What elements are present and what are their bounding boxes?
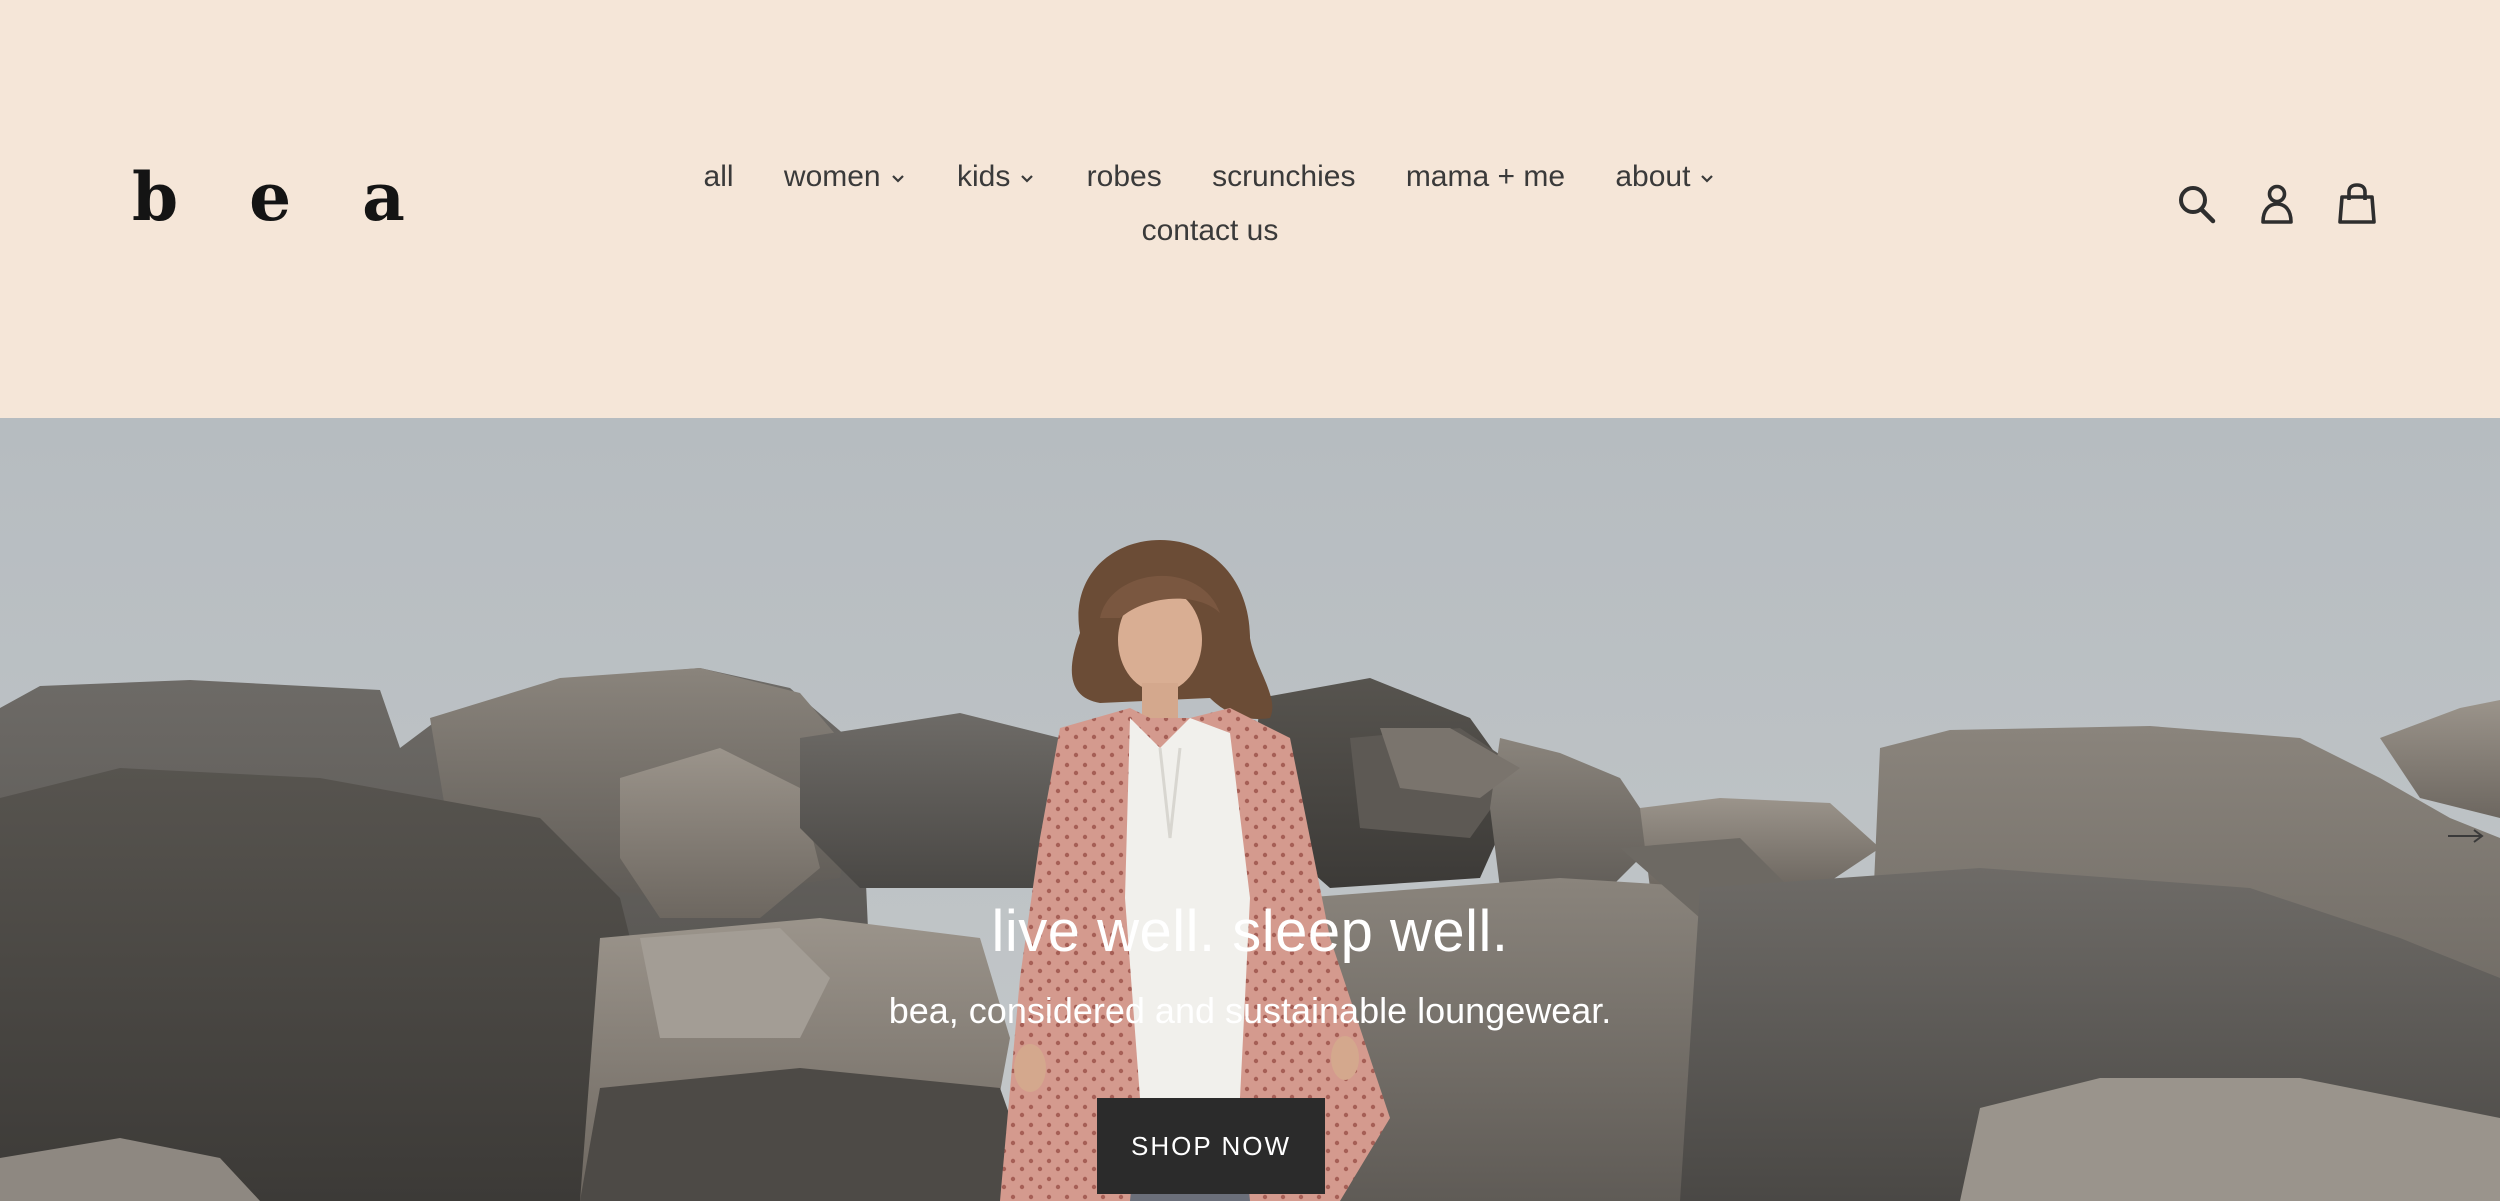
cart-icon[interactable] — [2336, 182, 2378, 226]
chevron-down-icon — [1018, 169, 1036, 187]
chevron-down-icon — [1698, 169, 1716, 187]
nav-item-label: kids — [956, 160, 1011, 193]
header-icons — [2176, 180, 2378, 228]
nav-item-scrunchies[interactable]: scrunchies — [1212, 150, 1355, 204]
search-icon[interactable] — [2176, 182, 2218, 226]
nav-item-label: women — [783, 160, 881, 193]
main-navigation: all women kids robes scrunchies mama + m… — [600, 150, 1820, 258]
account-icon[interactable] — [2256, 182, 2298, 226]
brand-logo[interactable]: b e a — [132, 164, 429, 230]
nav-item-label: contact us — [1141, 214, 1279, 247]
hero-title: live well. sleep well. — [991, 899, 1509, 964]
nav-item-label: about — [1615, 160, 1691, 193]
nav-item-robes[interactable]: robes — [1087, 150, 1162, 204]
nav-item-contact-us[interactable]: contact us — [1142, 204, 1279, 258]
nav-item-mama-me[interactable]: mama + me — [1406, 150, 1565, 204]
nav-item-all[interactable]: all — [704, 150, 734, 204]
nav-row-primary: all women kids robes scrunchies mama + m… — [600, 150, 1820, 204]
hero-subtitle: bea, considered and sustainable loungewe… — [888, 990, 1612, 1031]
nav-item-label: all — [703, 160, 734, 193]
nav-item-label: scrunchies — [1212, 160, 1356, 193]
chevron-down-icon — [889, 169, 907, 187]
site-header: b e a all women kids robes scrunchies ma… — [0, 0, 2500, 418]
nav-item-women[interactable]: women — [784, 150, 907, 204]
hero-banner: live well. sleep well. bea, considered a… — [0, 418, 2500, 1201]
nav-item-about[interactable]: about — [1615, 150, 1716, 204]
arrow-right-icon[interactable] — [2446, 828, 2486, 844]
hero-image — [0, 418, 2500, 1201]
shop-now-button[interactable]: SHOP NOW — [1097, 1098, 1325, 1194]
nav-item-label: robes — [1086, 160, 1162, 193]
nav-item-label: mama + me — [1405, 160, 1566, 193]
nav-item-kids[interactable]: kids — [957, 150, 1036, 204]
nav-row-secondary: contact us — [600, 204, 1820, 258]
